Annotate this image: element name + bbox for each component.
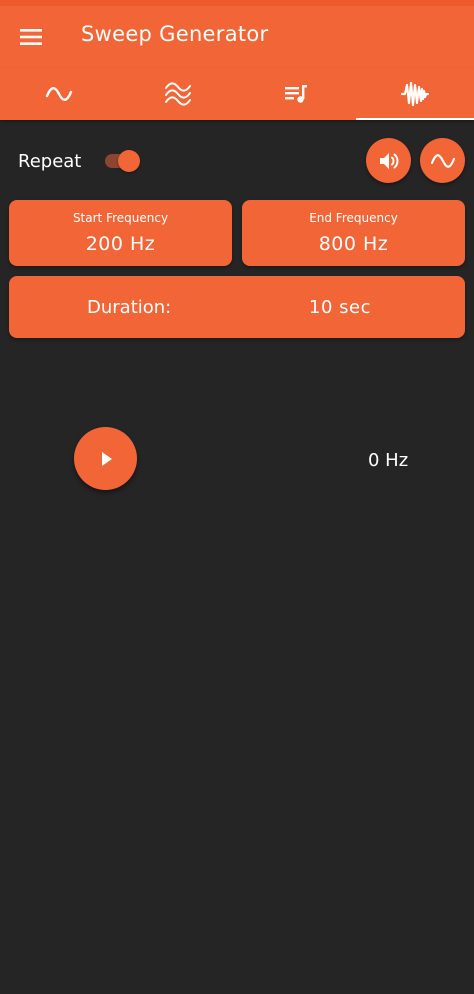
repeat-label: Repeat [18, 151, 82, 172]
start-frequency-value: 200 Hz [85, 233, 156, 255]
playlist-music-icon [285, 85, 308, 103]
waveform-button[interactable] [420, 138, 465, 183]
tab-sweep[interactable] [356, 68, 474, 120]
sine-wave-icon [46, 87, 73, 101]
sine-wave-icon [430, 153, 455, 168]
menu-button[interactable] [14, 20, 48, 54]
end-frequency-label: End Frequency [309, 211, 398, 225]
app-bar: Sweep Generator [0, 0, 474, 68]
tab-playlist[interactable] [237, 68, 356, 120]
duration-value: 10 sec [309, 297, 371, 318]
tab-sine-wave[interactable] [0, 68, 119, 120]
selected-tab-indicator [355, 118, 474, 120]
tab-bar [0, 68, 474, 120]
toggle-thumb [118, 150, 140, 172]
duration-label: Duration: [87, 297, 172, 318]
current-frequency-readout: 0 Hz [368, 450, 409, 471]
play-button[interactable] [74, 427, 137, 490]
hamburger-menu-icon [20, 29, 42, 45]
tab-multi-wave[interactable] [119, 68, 238, 120]
volume-button[interactable] [366, 138, 411, 183]
app-title: Sweep Generator [81, 22, 269, 46]
end-frequency-card[interactable]: End Frequency 800 Hz [242, 200, 465, 266]
repeat-toggle[interactable] [103, 149, 141, 173]
multi-wave-icon [164, 82, 191, 106]
app-screen: Sweep Generator Repeat Start Frequency 2… [0, 0, 474, 994]
end-frequency-value: 800 Hz [318, 233, 389, 255]
start-frequency-card[interactable]: Start Frequency 200 Hz [9, 200, 232, 266]
play-icon [101, 451, 112, 466]
sweep-waveform-icon [400, 81, 429, 107]
volume-icon [379, 152, 398, 169]
start-frequency-label: Start Frequency [72, 211, 169, 225]
duration-card[interactable]: Duration: 10 sec [9, 276, 465, 338]
